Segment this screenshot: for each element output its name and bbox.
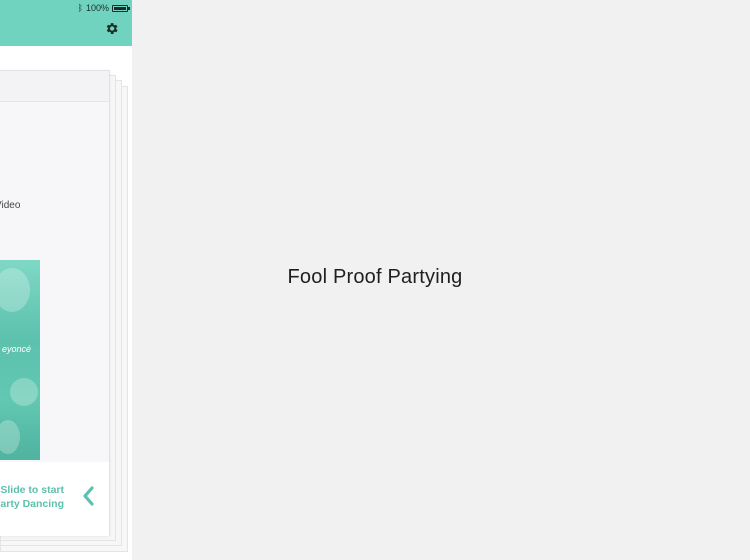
album-art-shape [0,268,30,312]
app-header: ᛒ 100% [0,0,132,46]
gear-icon[interactable] [104,21,119,36]
feature-caption: Fool Proof Partying [287,266,463,288]
slide-to-start[interactable]: Slide to start arty Dancing [0,463,109,536]
bluetooth-icon: ᛒ [77,2,83,13]
album-art-shape [10,378,38,406]
song-subtitle: w Video [0,200,21,211]
slide-label-line-1: Slide to start [0,484,64,496]
album-art-brand: eyoncé [2,344,32,354]
album-art-image: eyoncé [0,260,40,460]
status-bar: ᛒ 100% [77,2,130,14]
slide-label-line-2: arty Dancing [0,498,64,510]
slide-label: Slide to start arty Dancing [0,483,64,511]
song-card[interactable]: g w Video eyoncé Slide to start arty Dan… [0,70,110,536]
card-topbar [0,71,109,102]
battery-percent: 100% [85,3,109,13]
album-art-shape [0,420,20,454]
card-body: g w Video eyoncé [0,102,109,462]
chevron-left-icon[interactable] [81,485,95,507]
battery-icon [112,4,130,12]
phone-mockup: ᛒ 100% g w Video eyoncé Slide to start a… [0,0,132,560]
